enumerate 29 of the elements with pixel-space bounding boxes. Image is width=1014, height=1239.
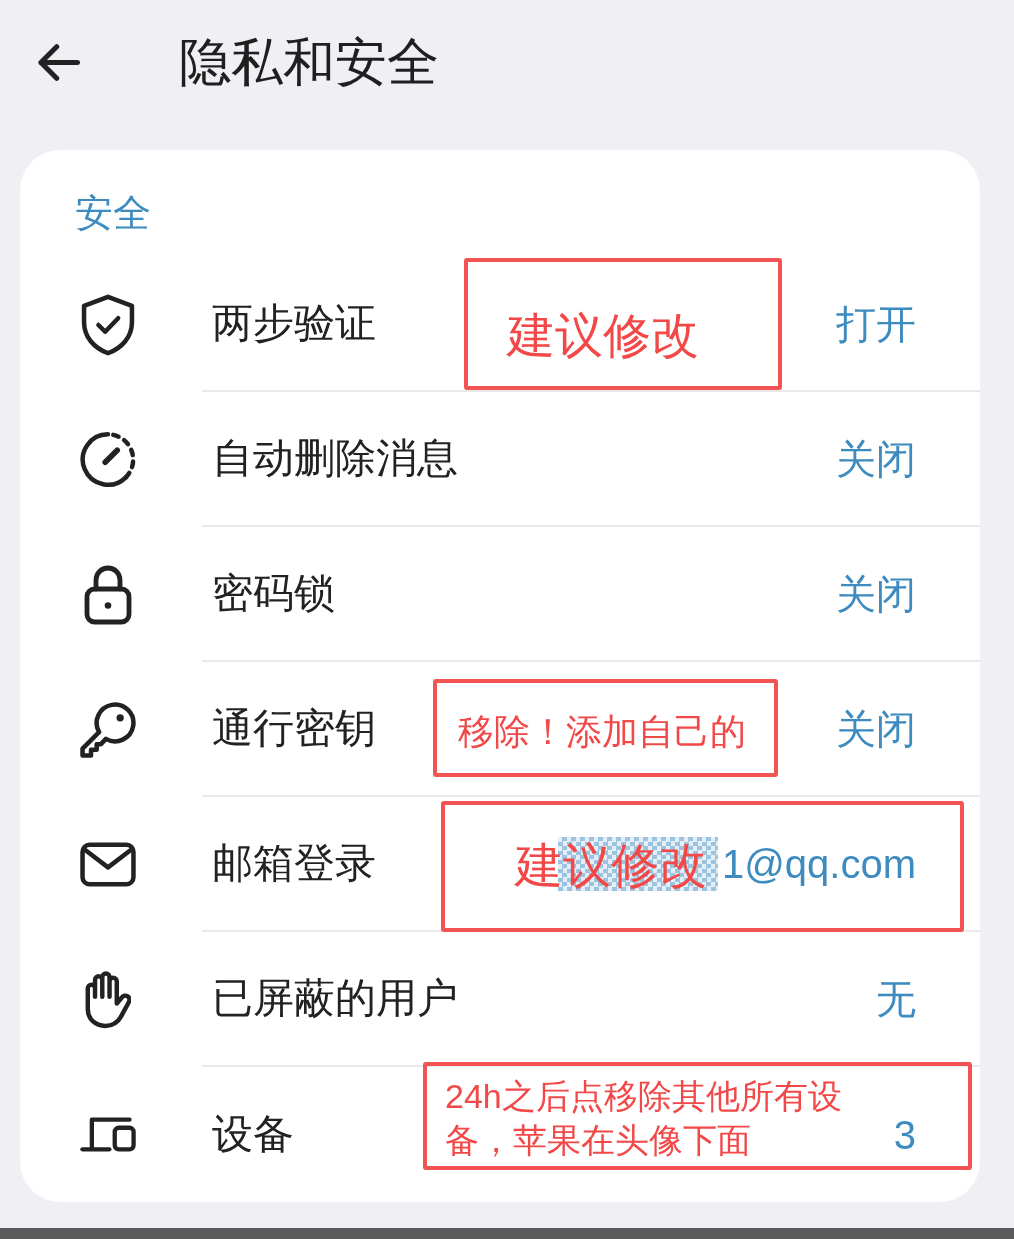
annotation-note: 建议修改 bbox=[507, 307, 699, 364]
setting-value: 关闭 bbox=[836, 705, 916, 753]
back-arrow-icon bbox=[38, 44, 80, 81]
setting-label[interactable]: 通行密钥 bbox=[212, 703, 376, 754]
setting-value: 打开 bbox=[836, 300, 916, 348]
setting-label[interactable]: 密码锁 bbox=[212, 568, 335, 619]
envelope-icon bbox=[80, 842, 136, 887]
setting-label[interactable]: 已屏蔽的用户 bbox=[212, 973, 458, 1024]
setting-value: 关闭 bbox=[836, 570, 916, 618]
devices-icon bbox=[80, 1116, 136, 1153]
setting-label[interactable]: 邮箱登录 bbox=[212, 838, 376, 889]
page-title: 隐私和安全 bbox=[179, 32, 439, 94]
setting-value: 3 bbox=[893, 1111, 916, 1159]
setting-value: 无 bbox=[876, 975, 916, 1023]
back-button[interactable] bbox=[38, 44, 80, 81]
timer-icon bbox=[80, 431, 136, 488]
key-icon bbox=[80, 701, 136, 758]
shield-check-icon bbox=[81, 293, 135, 356]
annotation-note: 移除！添加自己的 bbox=[458, 709, 746, 754]
setting-label[interactable]: 自动删除消息 bbox=[212, 433, 458, 484]
setting-value: 1@qq.com bbox=[721, 840, 916, 888]
setting-label[interactable]: 设备 bbox=[212, 1109, 294, 1160]
annotation-note: 24h之后点移除其他所有设备，苹果在头像下面 bbox=[445, 1076, 843, 1162]
setting-value: 关闭 bbox=[836, 435, 916, 483]
annotation-note: 建议修改 bbox=[515, 838, 707, 895]
hand-icon bbox=[85, 970, 131, 1029]
lock-icon bbox=[84, 564, 132, 625]
setting-label[interactable]: 两步验证 bbox=[212, 298, 376, 349]
section-header: 安全 bbox=[75, 191, 151, 236]
